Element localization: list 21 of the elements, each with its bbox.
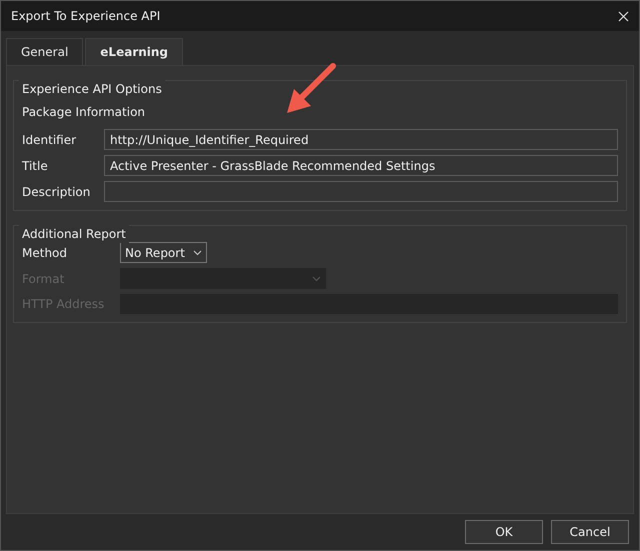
group-title: Additional Report [19,225,129,243]
annotation-arrow [284,61,339,116]
dropdown[interactable] [120,268,326,289]
tab[interactable]: eLearning [85,38,184,65]
window-title: Export To Experience API [11,8,160,25]
field-label: Identifier [22,132,78,148]
text-field[interactable] [104,181,618,202]
section-heading: Package Information [22,104,146,121]
ok-button[interactable]: OK [465,520,543,544]
dropdown[interactable]: No Report [120,242,207,263]
field-label: Title [22,158,49,174]
text-field[interactable]: Active Presenter - GrassBlade Recommended Settings [104,155,618,176]
cancel-button[interactable]: Cancel [551,520,629,544]
field-label: Description [22,184,92,200]
group-title: Experience API Options [19,80,165,98]
field-label: Method [22,244,68,262]
text-field[interactable]: http://Unique_Identifier_Required [104,129,618,150]
chevron-down-icon [192,250,202,256]
close-icon[interactable] [618,10,629,22]
chevron-down-icon [312,276,321,282]
tab[interactable]: General [6,38,84,65]
